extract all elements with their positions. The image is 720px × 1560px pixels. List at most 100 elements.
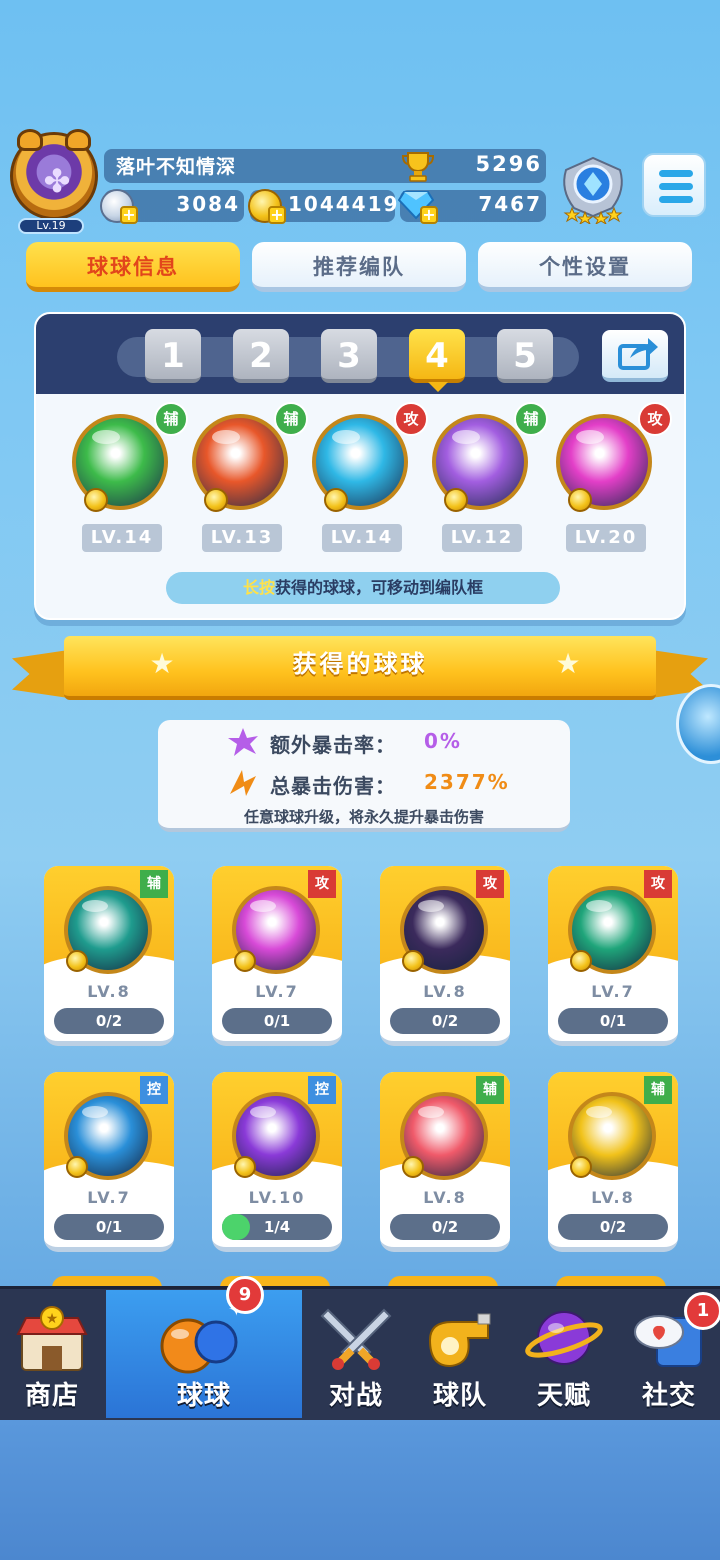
side-floating-ball-icon[interactable] — [676, 684, 720, 764]
formation-ball-2[interactable] — [192, 414, 288, 512]
formation-ball-5[interactable] — [556, 414, 652, 512]
ball-type-tag: 辅 — [514, 402, 548, 436]
progress-text: 1/4 — [263, 1218, 291, 1236]
social-notification-badge: 1 — [684, 1292, 720, 1330]
progress-text: 0/2 — [431, 1012, 459, 1030]
ball-type-tag: 辅 — [140, 870, 168, 898]
ball-type-tag: 攻 — [638, 402, 672, 436]
formation-slot-1[interactable]: 1 — [145, 329, 201, 383]
progress-text: 0/2 — [599, 1218, 627, 1236]
section-title: 获得的球球 — [292, 650, 428, 678]
nav-balls[interactable]: ✦ 球球 — [106, 1290, 302, 1418]
ball-type-tag: 控 — [140, 1076, 168, 1104]
progress-text: 0/1 — [263, 1012, 291, 1030]
nav-battle[interactable]: 对战 — [304, 1290, 408, 1418]
ball-level-label: LV.14 — [322, 524, 402, 552]
svg-text:★: ★ — [46, 1311, 59, 1327]
formation-slot-5[interactable]: 5 — [497, 329, 553, 383]
coin-icon — [234, 950, 256, 972]
crit-damage-icon — [230, 770, 256, 796]
ball-type-tag: 辅 — [476, 1076, 504, 1104]
formation-slot-4[interactable]: 4 — [409, 329, 465, 383]
ball-level: LV.8 — [591, 1188, 635, 1207]
ball-level: LV.7 — [591, 982, 635, 1001]
tab-recommended-team[interactable]: 推荐编队 — [252, 242, 466, 292]
nav-shop-label: 商店 — [24, 1381, 79, 1411]
ball-type-tag: 攻 — [394, 402, 428, 436]
player-level: Lv.19 — [18, 218, 84, 234]
bottom-background — [0, 1420, 720, 1560]
upgrade-progress-bar: 0/1 — [54, 1214, 164, 1240]
ball-card[interactable]: 辅 LV.8 0/2 — [44, 866, 174, 1046]
shop-icon: ★ — [16, 1306, 88, 1371]
nav-social-label: 社交 — [641, 1381, 696, 1411]
coin-icon — [324, 488, 348, 512]
nav-balls-label: 球球 — [176, 1381, 231, 1411]
total-crit-damage-label: 总暴击伤害： — [270, 774, 396, 798]
nav-team[interactable]: 球队 — [410, 1290, 510, 1418]
ball-level-label: LV.20 — [566, 524, 646, 552]
ball-level: LV.8 — [423, 982, 467, 1001]
menu-button[interactable] — [642, 153, 706, 217]
share-button[interactable] — [602, 330, 668, 382]
upgrade-progress-bar: 0/2 — [390, 1214, 500, 1240]
add-gold-button[interactable]: + — [268, 206, 286, 224]
formation-ball-3[interactable] — [312, 414, 408, 512]
extra-crit-rate-label: 额外暴击率： — [270, 733, 396, 757]
tab-personal-settings[interactable]: 个性设置 — [478, 242, 692, 292]
ball-type-tag: 攻 — [308, 870, 336, 898]
whistle-icon — [428, 1313, 491, 1368]
upgrade-progress-bar: 0/2 — [390, 1008, 500, 1034]
gold-count: 1044419 — [288, 192, 400, 216]
ball-card[interactable]: 辅 LV.8 0/2 — [548, 1072, 678, 1252]
nav-shop[interactable]: ★ 商店 — [0, 1290, 104, 1418]
formation-slot-3[interactable]: 3 — [321, 329, 377, 383]
rank-badge-icon[interactable] — [556, 150, 630, 224]
share-icon — [618, 338, 658, 370]
gem-count: 7467 — [478, 192, 542, 216]
formation-slot-2[interactable]: 2 — [233, 329, 289, 383]
ball-type-tag: 辅 — [644, 1076, 672, 1104]
hint-highlight: 长按 — [242, 578, 275, 597]
ball-card[interactable]: 控 LV.7 0/1 — [44, 1072, 174, 1252]
tab-ball-info[interactable]: 球球信息 — [26, 242, 240, 292]
add-gem-button[interactable]: + — [420, 206, 438, 224]
swords-icon — [320, 1308, 392, 1370]
hint-text: 获得的球球，可移动到编队框 — [275, 578, 484, 597]
upgrade-progress-bar: 0/1 — [558, 1008, 668, 1034]
coin-icon — [66, 1156, 88, 1178]
coin-icon — [84, 488, 108, 512]
ball-card[interactable]: 攻 LV.7 0/1 — [212, 866, 342, 1046]
ball-level: LV.8 — [87, 982, 131, 1001]
planet-icon — [525, 1311, 603, 1365]
coin-icon — [402, 950, 424, 972]
ball-type-tag: 控 — [308, 1076, 336, 1104]
ball-type-tag: 攻 — [476, 870, 504, 898]
ball-level: LV.7 — [255, 982, 299, 1001]
ball-level-label: LV.12 — [442, 524, 522, 552]
crit-rate-icon — [228, 728, 258, 756]
coin-icon — [570, 1156, 592, 1178]
ball-level: LV.7 — [87, 1188, 131, 1207]
add-silver-button[interactable]: + — [120, 206, 138, 224]
ball-type-tag: 辅 — [154, 402, 188, 436]
extra-crit-rate-value: 0% — [424, 729, 462, 753]
upgrade-progress-bar: 0/2 — [54, 1008, 164, 1034]
active-slot-arrow — [428, 382, 448, 392]
player-avatar[interactable]: ✤ Lv.19 — [10, 129, 102, 234]
ball-card[interactable]: 攻 LV.7 0/1 — [548, 866, 678, 1046]
nav-talent-label: 天赋 — [536, 1381, 591, 1411]
crit-note: 任意球球升级，将永久提升暴击伤害 — [243, 808, 484, 826]
formation-ball-1[interactable] — [72, 414, 168, 512]
progress-text: 0/1 — [95, 1218, 123, 1236]
formation-ball-4[interactable] — [432, 414, 528, 512]
nav-talent[interactable]: 天赋 — [512, 1290, 616, 1418]
coin-icon — [402, 1156, 424, 1178]
coin-icon — [570, 950, 592, 972]
ball-card[interactable]: 攻 LV.8 0/2 — [380, 866, 510, 1046]
clover-icon: ✤ — [43, 162, 71, 200]
ball-card[interactable]: 辅 LV.8 0/2 — [380, 1072, 510, 1252]
ball-card[interactable]: 控 LV.10 1/4 — [212, 1072, 342, 1252]
player-name: 落叶不知情深 — [116, 156, 237, 178]
formation-hint: 长按获得的球球，可移动到编队框 — [166, 572, 560, 604]
